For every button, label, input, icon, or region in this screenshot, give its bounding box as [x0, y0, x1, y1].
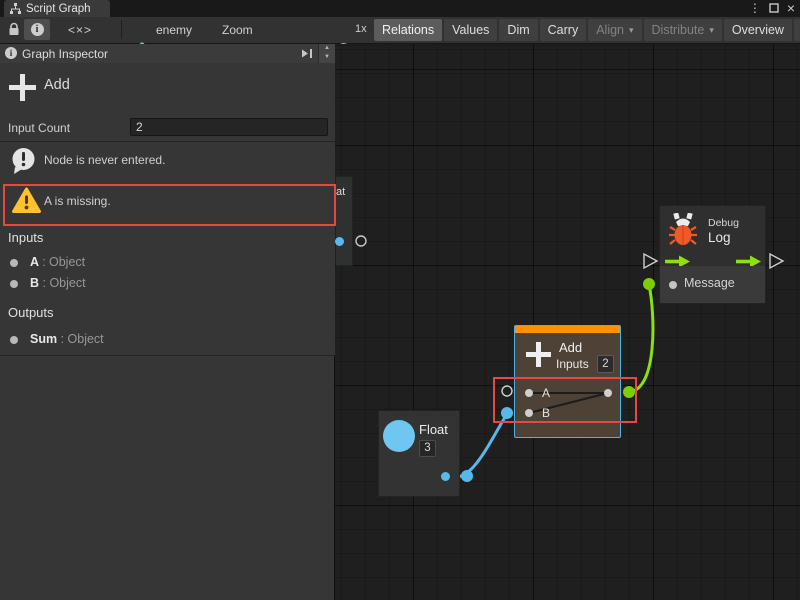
lock-icon[interactable] [8, 22, 20, 37]
input-count-row: Input Count [0, 114, 335, 142]
toolbar: i <×> enemy Zoom 1x Relations Values Dim… [0, 17, 800, 44]
relations-lines [515, 326, 620, 437]
float-value-field[interactable]: 3 [419, 440, 436, 457]
input-port-row-a: A : Object [0, 252, 335, 273]
tab-label: Script Graph [26, 3, 91, 15]
node-title-section: Add [0, 63, 335, 115]
title-bar: Script Graph ⋮ × [0, 0, 800, 17]
overview-button[interactable]: Overview [724, 19, 792, 41]
output-port-row-sum: Sum : Object [0, 329, 335, 350]
float-output-port[interactable] [441, 472, 450, 481]
warning-message-row: A is missing. [0, 179, 335, 224]
distribute-dropdown[interactable]: Distribute▾ [644, 19, 722, 41]
warning-icon [12, 187, 41, 214]
maximize-icon[interactable] [769, 3, 779, 13]
input-count-label: Input Count [8, 121, 70, 135]
graph-canvas[interactable] [335, 44, 800, 600]
port-name: B [30, 276, 39, 290]
info-message-text: Node is never entered. [44, 153, 165, 167]
port-dot-icon [525, 409, 533, 417]
values-button[interactable]: Values [444, 19, 497, 41]
warning-message-text: A is missing. [44, 194, 111, 208]
dim-button[interactable]: Dim [499, 19, 537, 41]
info-toggle-button[interactable]: i [24, 19, 50, 40]
port-type: : Object [43, 276, 86, 290]
partial-float-node[interactable]: at [336, 176, 353, 266]
inspector-scroll-steppers: ▲ ▼ [318, 44, 335, 63]
outputs-section: Outputs Sum : Object [0, 296, 335, 356]
float-node[interactable]: Float 3 [378, 410, 460, 497]
plus-icon [8, 73, 37, 102]
chevron-down-icon: ▾ [709, 25, 714, 36]
port-dot-icon [10, 280, 18, 288]
speech-bubble-icon [10, 147, 37, 175]
inspected-node-title: Add [44, 77, 70, 93]
message-port-label[interactable]: Message [684, 276, 735, 290]
port-type: : Object [42, 255, 85, 269]
port-type: : Object [61, 332, 104, 346]
debug-log-node[interactable]: Debug Log Message [659, 205, 766, 304]
info-message-row: Node is never entered. [0, 142, 335, 180]
port-dot-icon[interactable] [669, 281, 677, 289]
port-dot-icon [604, 389, 612, 397]
relations-button[interactable]: Relations [374, 19, 442, 41]
port-dot-icon[interactable] [335, 237, 344, 246]
port-dot-icon [10, 259, 18, 267]
toolbar-buttons: Relations Values Dim Carry Align▾ Distri… [374, 19, 800, 41]
hierarchy-icon [10, 3, 21, 14]
add-port-a-label[interactable]: A [542, 386, 550, 400]
carry-button[interactable]: Carry [540, 19, 587, 41]
add-node-selected[interactable]: Add Inputs 2 A B [514, 325, 621, 438]
info-icon: i [31, 23, 44, 36]
float-icon [383, 420, 415, 452]
bug-icon [669, 213, 697, 247]
window-controls: ⋮ × [749, 1, 795, 15]
unity-script-graph-window: Script Graph ⋮ × i <×> enemy Zoom 1x [0, 0, 800, 600]
scroll-down-icon[interactable]: ▼ [319, 53, 335, 62]
input-port-row-b: B : Object [0, 273, 335, 294]
dock-icon[interactable] [299, 46, 315, 60]
input-count-field[interactable] [130, 118, 328, 136]
chevron-down-icon: ▾ [629, 25, 634, 36]
add-port-b-label[interactable]: B [542, 406, 550, 420]
tab-script-graph[interactable]: Script Graph [4, 0, 110, 17]
menu-icon[interactable]: ⋮ [749, 1, 761, 15]
toolbar-separator [121, 20, 122, 39]
debug-node-port-area: Message [660, 266, 765, 303]
inspector-title: Graph Inspector [22, 47, 108, 61]
inputs-header: Inputs [8, 230, 43, 245]
outputs-header: Outputs [8, 305, 54, 320]
port-name: A [30, 255, 39, 269]
debug-node-title: Log [708, 230, 731, 245]
port-dot-icon [10, 336, 18, 344]
inspector-header: i Graph Inspector ▲ ▼ [0, 44, 335, 64]
port-name: Sum [30, 332, 57, 346]
float-node-title: Float [419, 422, 448, 437]
zoom-label: Zoom [222, 23, 253, 37]
debug-node-category: Debug [708, 217, 739, 229]
full-screen-button[interactable]: Full Screen [794, 19, 800, 41]
graph-inspector-panel: i Graph Inspector ▲ ▼ Add Input Count [0, 44, 335, 600]
info-icon: i [5, 47, 17, 59]
graph-name-label[interactable]: enemy [156, 23, 192, 37]
inputs-section: Inputs A : Object B : Object [0, 223, 335, 297]
close-icon[interactable]: × [787, 1, 795, 15]
align-dropdown[interactable]: Align▾ [588, 19, 641, 41]
partial-node-label: at [336, 186, 345, 198]
code-preview-icon[interactable]: <×> [68, 23, 92, 37]
zoom-value: 1x [355, 23, 367, 35]
scroll-up-icon[interactable]: ▲ [319, 44, 335, 53]
port-dot-icon [525, 389, 533, 397]
